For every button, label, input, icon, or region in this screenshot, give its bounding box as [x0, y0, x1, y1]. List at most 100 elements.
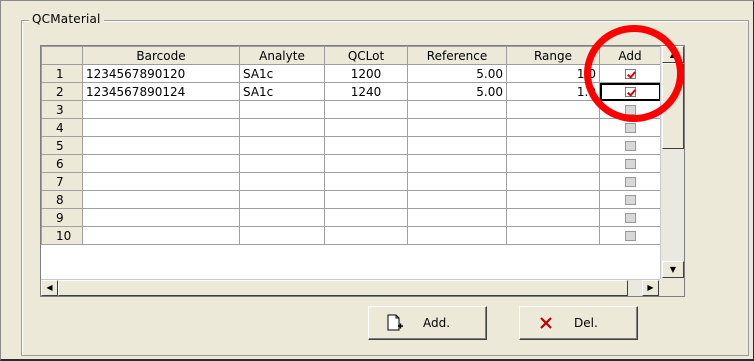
row-header[interactable]: 5 [41, 136, 83, 155]
scroll-down-button[interactable]: ▼ [662, 261, 684, 278]
barcode-cell[interactable] [82, 190, 240, 209]
add-checkbox[interactable] [624, 231, 636, 241]
range-cell[interactable] [506, 226, 600, 245]
add-cell[interactable] [599, 118, 661, 137]
add-cell[interactable] [599, 226, 661, 245]
reference-cell[interactable] [407, 118, 507, 137]
analyte-cell[interactable] [239, 208, 325, 227]
row-header[interactable]: 3 [41, 100, 83, 119]
analyte-cell[interactable]: SA1c [239, 82, 325, 101]
row-header[interactable]: 4 [41, 118, 83, 137]
analyte-cell[interactable] [239, 100, 325, 119]
range-cell[interactable] [506, 172, 600, 191]
table-row[interactable]: 9 [41, 208, 661, 227]
table-row[interactable]: 1 1234567890120 SA1c 1200 5.00 1.0 [41, 64, 661, 83]
add-cell[interactable] [599, 154, 661, 173]
add-checkbox[interactable] [624, 141, 636, 151]
row-header[interactable]: 8 [41, 190, 83, 209]
add-cell[interactable] [599, 190, 661, 209]
analyte-cell[interactable] [239, 154, 325, 173]
table-row[interactable]: 8 [41, 190, 661, 209]
reference-cell[interactable] [407, 100, 507, 119]
row-header[interactable]: 6 [41, 154, 83, 173]
barcode-cell[interactable] [82, 172, 240, 191]
horizontal-scroll-thumb[interactable] [58, 280, 628, 296]
scroll-up-button[interactable]: ▲ [662, 46, 684, 63]
column-header-barcode[interactable]: Barcode [82, 46, 240, 65]
add-cell[interactable] [599, 64, 661, 83]
add-checkbox[interactable] [624, 87, 636, 97]
qclot-cell[interactable] [324, 136, 408, 155]
delete-button[interactable]: Del. [519, 306, 638, 340]
range-cell[interactable]: 1.0 [506, 82, 600, 101]
qclot-cell[interactable] [324, 100, 408, 119]
column-header-range[interactable]: Range [506, 46, 600, 65]
reference-cell[interactable] [407, 154, 507, 173]
table-row[interactable]: 2 1234567890124 SA1c 1240 5.00 1.0 [41, 82, 661, 101]
reference-cell[interactable]: 5.00 [407, 82, 507, 101]
qclot-cell[interactable] [324, 208, 408, 227]
add-checkbox[interactable] [624, 123, 636, 133]
reference-cell[interactable] [407, 208, 507, 227]
add-checkbox[interactable] [624, 159, 636, 169]
add-checkbox[interactable] [624, 105, 636, 115]
range-cell[interactable] [506, 100, 600, 119]
range-cell[interactable] [506, 208, 600, 227]
barcode-cell[interactable]: 1234567890124 [82, 82, 240, 101]
barcode-cell[interactable] [82, 154, 240, 173]
range-cell[interactable] [506, 154, 600, 173]
reference-cell[interactable]: 5.00 [407, 64, 507, 83]
analyte-cell[interactable] [239, 172, 325, 191]
table-row[interactable]: 3 [41, 100, 661, 119]
qclot-cell[interactable] [324, 226, 408, 245]
row-header[interactable]: 1 [41, 64, 83, 83]
reference-cell[interactable] [407, 190, 507, 209]
add-cell[interactable] [599, 136, 661, 155]
add-checkbox[interactable] [624, 195, 636, 205]
qclot-cell[interactable] [324, 118, 408, 137]
scroll-right-button[interactable]: ▶ [642, 280, 659, 296]
add-button[interactable]: Add. [368, 306, 487, 340]
qc-material-grid[interactable]: Barcode Analyte QCLot Reference Range Ad… [40, 45, 685, 297]
vertical-scroll-thumb[interactable] [662, 63, 684, 149]
analyte-cell[interactable] [239, 190, 325, 209]
add-checkbox[interactable] [624, 177, 636, 187]
reference-cell[interactable] [407, 226, 507, 245]
range-cell[interactable] [506, 190, 600, 209]
barcode-cell[interactable] [82, 136, 240, 155]
vertical-scrollbar[interactable]: ▲ ▼ [660, 46, 684, 279]
row-header[interactable]: 10 [41, 226, 83, 245]
add-checkbox[interactable] [624, 69, 636, 79]
range-cell[interactable]: 1.0 [506, 64, 600, 83]
scroll-left-button[interactable]: ◀ [41, 280, 58, 296]
barcode-cell[interactable]: 1234567890120 [82, 64, 240, 83]
qclot-cell[interactable] [324, 172, 408, 191]
range-cell[interactable] [506, 118, 600, 137]
analyte-cell[interactable] [239, 226, 325, 245]
analyte-cell[interactable] [239, 118, 325, 137]
table-row[interactable]: 10 [41, 226, 661, 245]
table-row[interactable]: 6 [41, 154, 661, 173]
add-cell[interactable] [599, 82, 661, 101]
barcode-cell[interactable] [82, 208, 240, 227]
table-row[interactable]: 7 [41, 172, 661, 191]
qclot-cell[interactable]: 1200 [324, 64, 408, 83]
column-header-reference[interactable]: Reference [407, 46, 507, 65]
barcode-cell[interactable] [82, 100, 240, 119]
analyte-cell[interactable] [239, 136, 325, 155]
barcode-cell[interactable] [82, 118, 240, 137]
add-cell[interactable] [599, 100, 661, 119]
qclot-cell[interactable]: 1240 [324, 82, 408, 101]
column-header-qclot[interactable]: QCLot [324, 46, 408, 65]
reference-cell[interactable] [407, 172, 507, 191]
qclot-cell[interactable] [324, 154, 408, 173]
range-cell[interactable] [506, 136, 600, 155]
add-checkbox[interactable] [624, 213, 636, 223]
row-header[interactable]: 9 [41, 208, 83, 227]
add-cell[interactable] [599, 208, 661, 227]
analyte-cell[interactable]: SA1c [239, 64, 325, 83]
row-header[interactable]: 2 [41, 82, 83, 101]
reference-cell[interactable] [407, 136, 507, 155]
add-cell[interactable] [599, 172, 661, 191]
column-header-analyte[interactable]: Analyte [239, 46, 325, 65]
